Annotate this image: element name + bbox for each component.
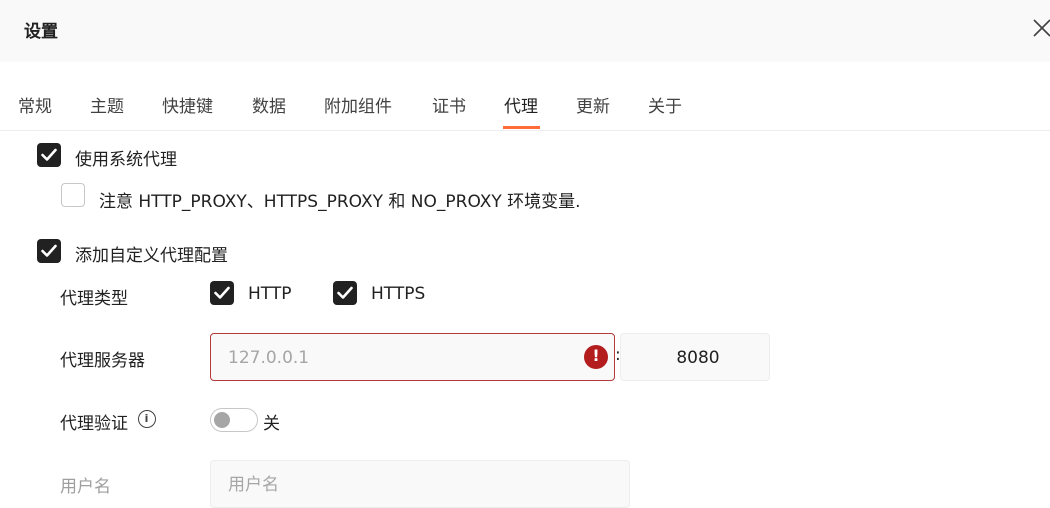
dialog-header: 设置 [0, 0, 1050, 62]
username-field [210, 460, 630, 508]
username-label: 用户名 [60, 477, 111, 497]
proxy-type-http-label: HTTP [248, 284, 292, 304]
tab-update[interactable]: 更新 [576, 92, 610, 117]
checkmark-icon [214, 286, 230, 299]
tab-themes[interactable]: 主题 [90, 92, 124, 117]
tab-shortcuts[interactable]: 快捷键 [162, 92, 213, 117]
proxy-port-field [620, 333, 775, 381]
proxy-type-https-label: HTTPS [371, 284, 426, 304]
proxy-port-input[interactable] [621, 346, 775, 370]
proxy-type-http-checkbox[interactable] [210, 281, 234, 305]
exclamation-circle-icon: ! [584, 345, 608, 369]
checkmark-icon [41, 148, 57, 161]
tab-proxy[interactable]: 代理 [504, 92, 538, 117]
use-system-proxy-label: 使用系统代理 [75, 150, 177, 170]
close-button[interactable] [1030, 16, 1050, 40]
proxy-server-label: 代理服务器 [60, 351, 145, 371]
active-tab-indicator [503, 126, 540, 129]
tab-general[interactable]: 常规 [18, 92, 52, 117]
proxy-type-https-checkbox[interactable] [333, 281, 357, 305]
info-icon[interactable]: i [138, 410, 156, 428]
dialog-title: 设置 [24, 22, 58, 42]
proxy-auth-toggle[interactable] [210, 408, 258, 432]
use-system-proxy-checkbox[interactable] [37, 143, 61, 167]
settings-tabs: 常规 主题 快捷键 数据 附加组件 证书 代理 更新 关于 [0, 62, 1050, 131]
checkmark-icon [41, 244, 57, 257]
proxy-host-input[interactable] [226, 346, 570, 370]
tab-data[interactable]: 数据 [252, 92, 286, 117]
username-input[interactable] [226, 473, 610, 497]
checkmark-icon [337, 286, 353, 299]
respect-env-proxy-label: 注意 HTTP_PROXY、HTTPS_PROXY 和 NO_PROXY 环境变… [99, 192, 581, 212]
proxy-type-label: 代理类型 [60, 289, 128, 309]
close-icon [1033, 19, 1050, 37]
tab-about[interactable]: 关于 [648, 92, 682, 117]
proxy-host-field: ! [210, 333, 615, 381]
custom-proxy-checkbox[interactable] [37, 239, 61, 263]
proxy-auth-toggle-state: 关 [263, 414, 280, 434]
respect-env-proxy-checkbox[interactable] [61, 183, 85, 207]
proxy-auth-label: 代理验证 [60, 414, 128, 434]
tab-add-ons[interactable]: 附加组件 [324, 92, 392, 117]
custom-proxy-label: 添加自定义代理配置 [75, 246, 228, 266]
tab-certificates[interactable]: 证书 [432, 92, 466, 117]
toggle-knob [214, 412, 230, 428]
